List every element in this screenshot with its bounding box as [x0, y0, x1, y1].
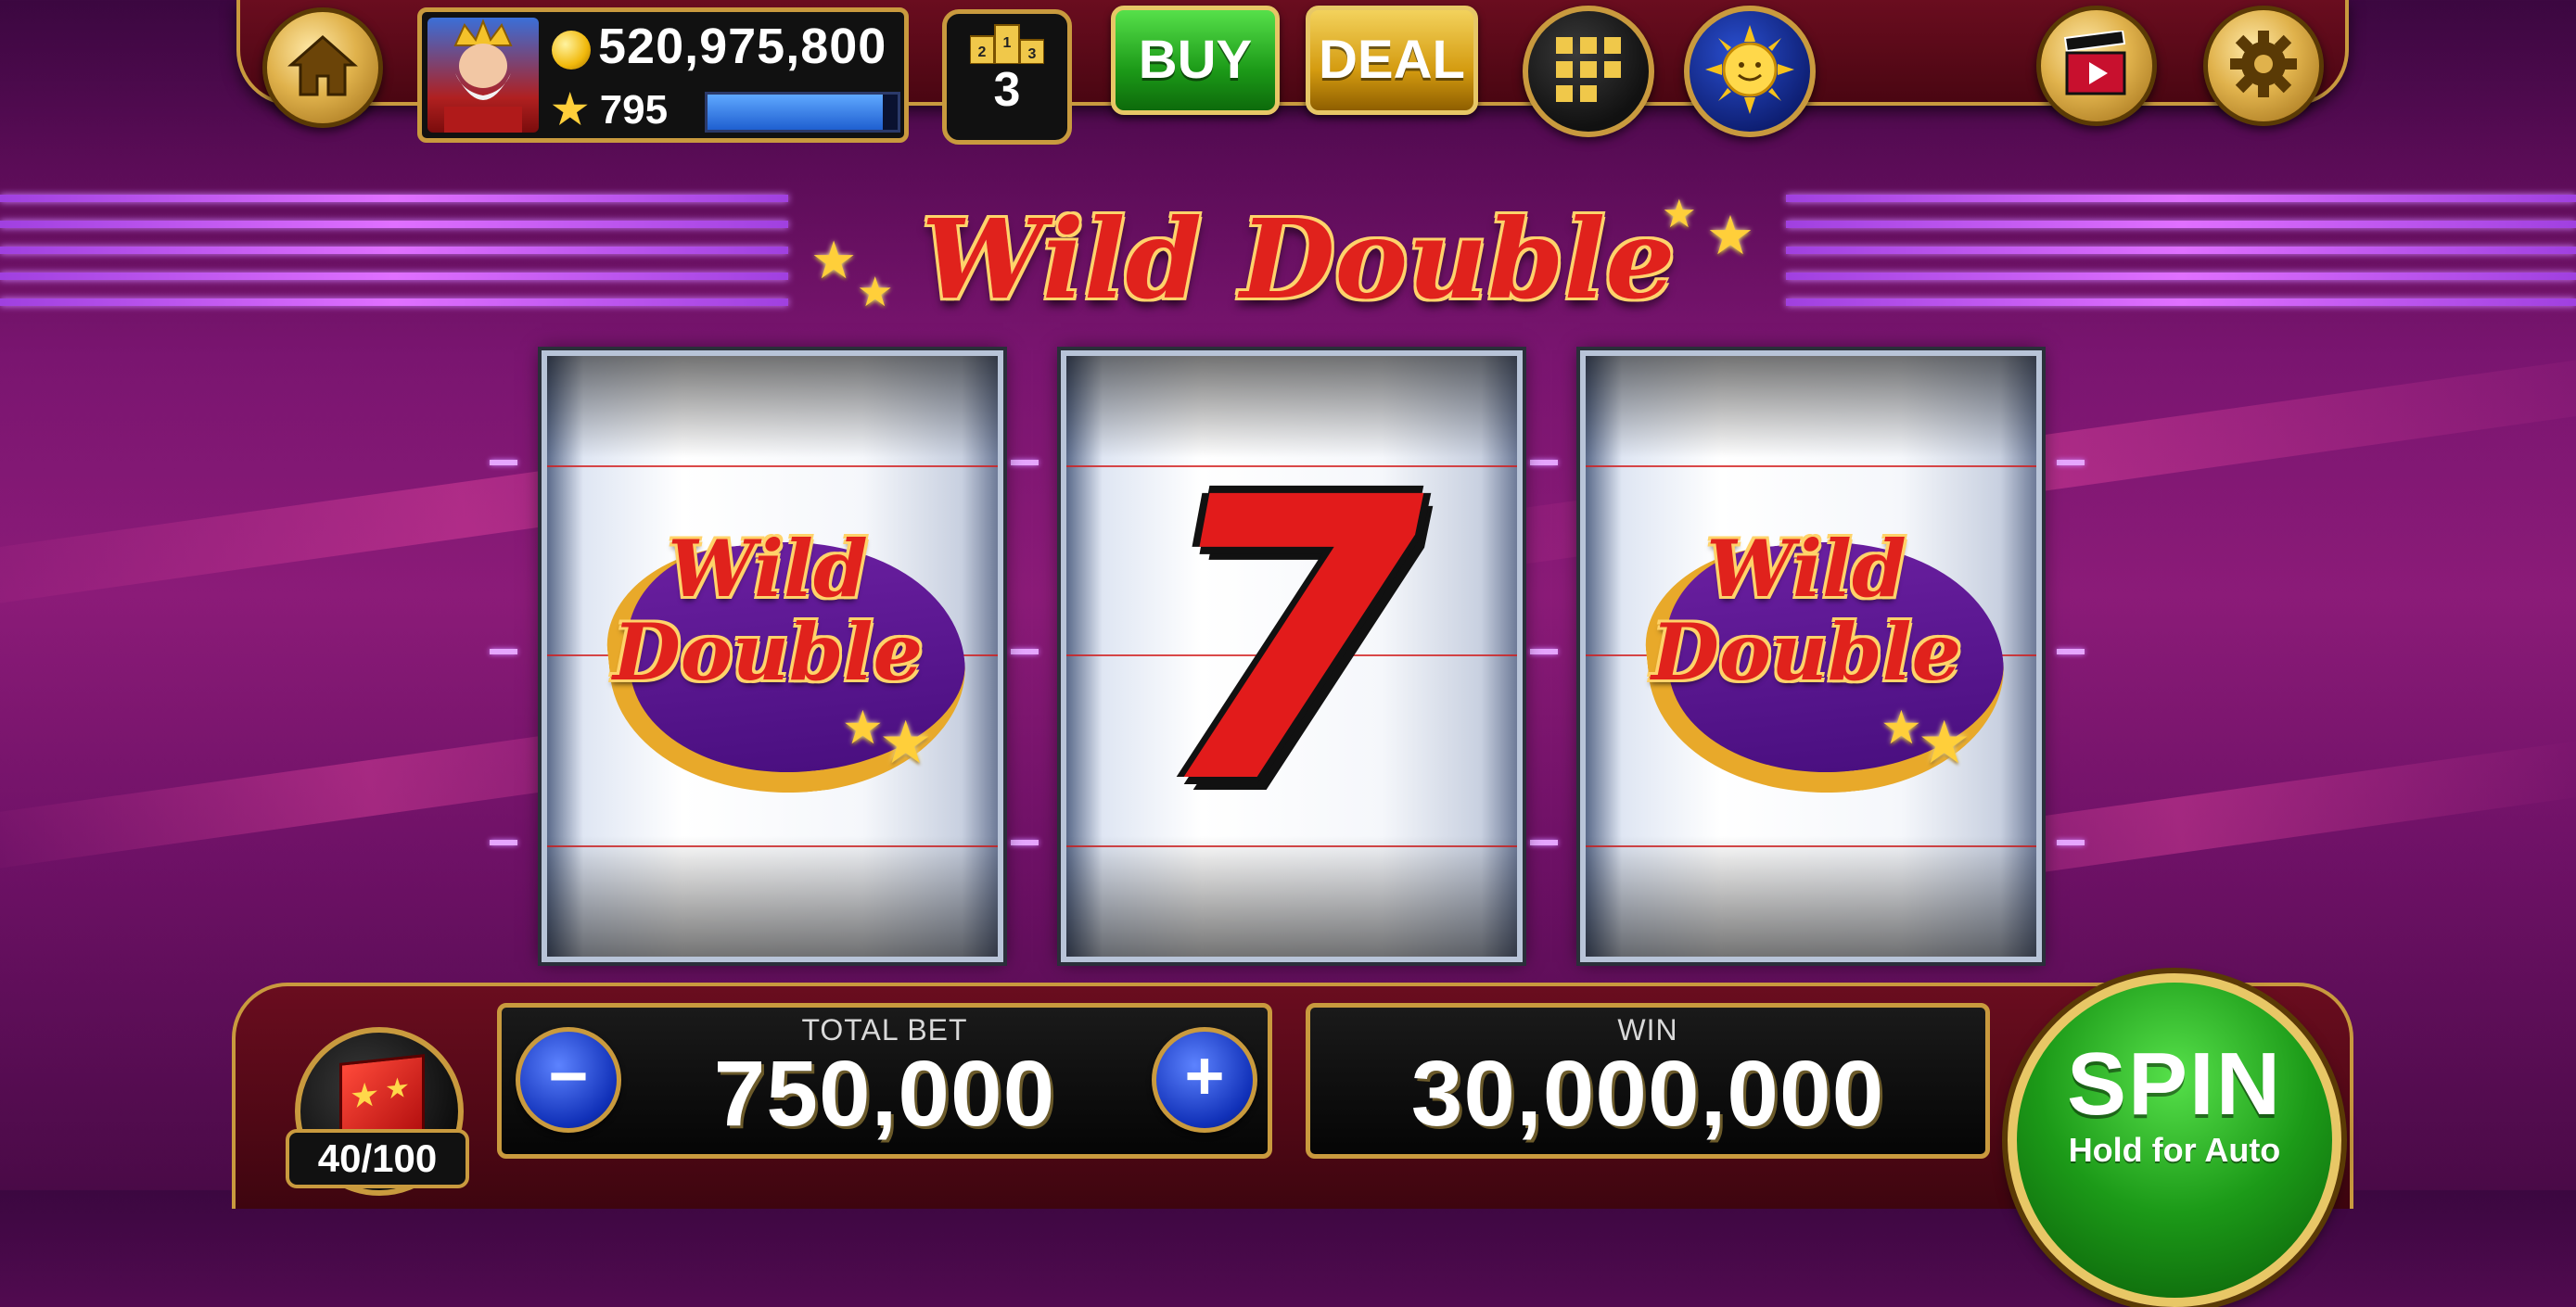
reel-shade	[547, 836, 998, 957]
rank-value: 3	[993, 63, 1021, 117]
wild-double-symbol: Wild Double ★ ★	[1612, 523, 2016, 812]
seven-symbol: 7	[1153, 416, 1425, 869]
reel-1: Wild Double ★ ★	[542, 350, 1003, 962]
star-icon: ★	[1881, 702, 1922, 754]
podium-icon: 2 1 3	[969, 23, 1045, 65]
win-panel: WIN 30,000,000	[1306, 1003, 1990, 1159]
coin-balance: 520,975,800	[552, 18, 886, 75]
games-grid-button[interactable]	[1523, 6, 1654, 137]
payline-marker	[490, 840, 517, 845]
sun-logo-button[interactable]	[1684, 6, 1816, 137]
player-level-value: 795	[599, 87, 669, 133]
clapperboard-icon	[2061, 29, 2132, 102]
spin-button[interactable]: SPIN Hold for Auto	[2008, 973, 2341, 1307]
deal-button[interactable]: DEAL	[1306, 6, 1478, 115]
payline-marker	[1530, 649, 1558, 654]
coin-icon	[552, 30, 591, 70]
video-button[interactable]	[2036, 6, 2157, 126]
payline-marker	[2057, 840, 2085, 845]
star-icon: ★	[552, 87, 589, 133]
win-value: 30,000,000	[1410, 1042, 1885, 1146]
symbol-text-line-2: Double	[612, 606, 924, 698]
wild-double-symbol: Wild Double ★ ★	[573, 523, 977, 812]
star-icon: ★	[857, 270, 894, 315]
payline-marker	[1011, 460, 1039, 465]
spin-sublabel: Hold for Auto	[2068, 1131, 2281, 1169]
star-icon: ★	[810, 231, 858, 289]
left-title-stripes	[0, 195, 788, 324]
reel-shade	[547, 356, 998, 458]
reel-2: 7	[1061, 350, 1523, 962]
gift-progress: 40/100	[286, 1129, 469, 1188]
payline-marker	[1530, 460, 1558, 465]
reel-shade	[1586, 836, 2036, 957]
podium-label-2: 2	[978, 44, 987, 60]
grid-icon	[1556, 36, 1621, 107]
leaderboard-button[interactable]: 2 1 3 3	[942, 9, 1072, 145]
reel-shade	[1066, 836, 1517, 957]
payline-marker	[1530, 840, 1558, 845]
player-panel[interactable]: 520,975,800 ★ 795	[417, 7, 909, 143]
payline-marker	[2057, 460, 2085, 465]
reel-3: Wild Double ★ ★	[1580, 350, 2042, 962]
xp-progress-bar	[705, 92, 900, 133]
decrease-bet-button[interactable]: −	[516, 1027, 621, 1133]
symbol-text-line-2: Double	[1651, 606, 1962, 698]
game-title: Wild Double	[921, 195, 1676, 324]
buy-button[interactable]: BUY	[1111, 6, 1280, 115]
payline-marker	[1011, 840, 1039, 845]
reel-shade	[1066, 356, 1517, 458]
reel-shade	[1586, 356, 2036, 458]
payline-marker	[1011, 649, 1039, 654]
sun-icon	[1703, 23, 1796, 121]
star-icon: ★	[842, 702, 884, 754]
gear-icon	[2228, 29, 2299, 104]
podium-label-1: 1	[1003, 35, 1012, 51]
star-icon: ★	[879, 709, 933, 776]
payline	[547, 465, 998, 467]
payline-marker	[490, 649, 517, 654]
coin-balance-value: 520,975,800	[598, 19, 887, 74]
increase-bet-button[interactable]: +	[1152, 1027, 1257, 1133]
xp-progress-fill	[708, 95, 883, 130]
player-level: ★ 795	[552, 86, 668, 133]
payline-marker	[2057, 649, 2085, 654]
settings-button[interactable]	[2203, 6, 2324, 126]
symbol-text-line-1: Wild	[668, 523, 868, 615]
home-icon	[287, 33, 358, 103]
star-icon: ★	[1706, 206, 1754, 266]
star-icon: ★	[1918, 709, 1971, 776]
home-button[interactable]	[262, 7, 383, 128]
payline	[1586, 465, 2036, 467]
star-icon: ★	[1662, 192, 1697, 235]
podium-label-3: 3	[1028, 46, 1037, 62]
symbol-text-line-1: Wild	[1706, 523, 1906, 615]
payline-marker	[490, 460, 517, 465]
spin-label: SPIN	[2066, 1034, 2283, 1134]
right-title-stripes	[1786, 195, 2576, 324]
avatar[interactable]	[427, 18, 539, 133]
